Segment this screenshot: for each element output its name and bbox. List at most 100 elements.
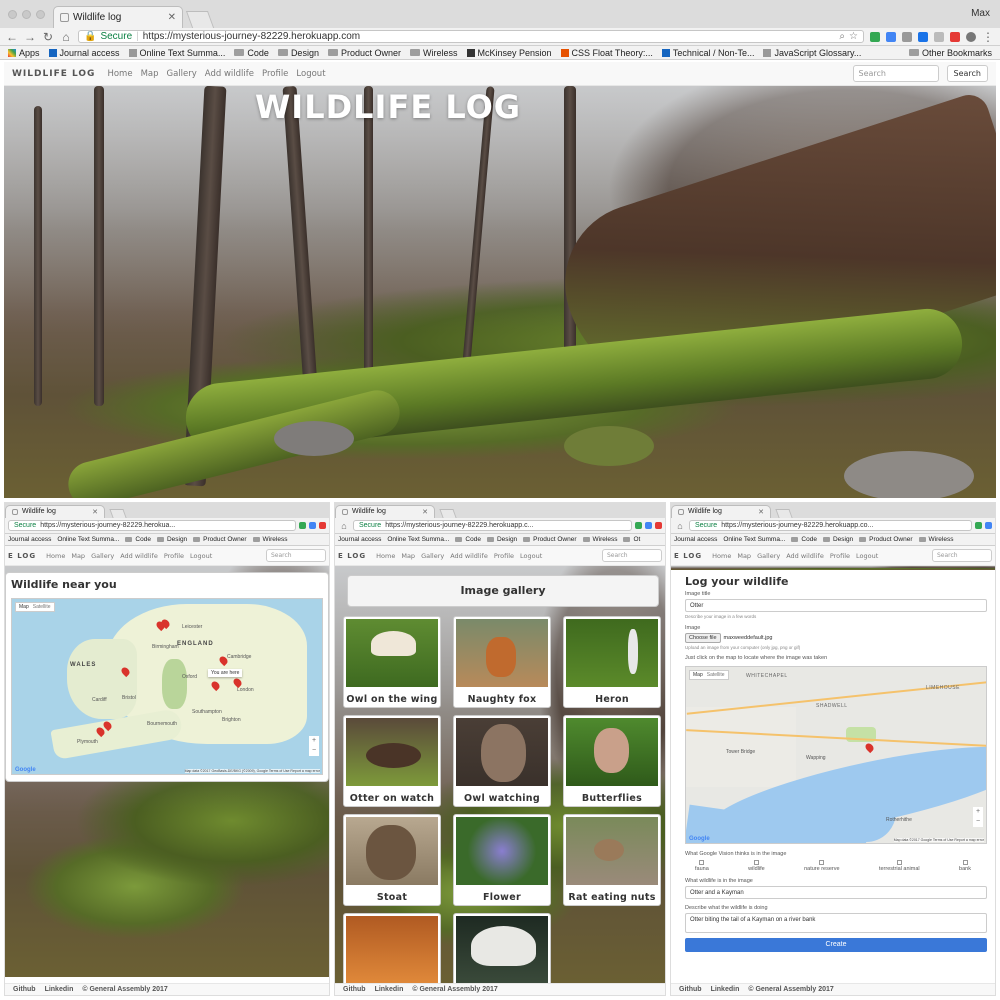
nav-home[interactable]: Home — [376, 552, 395, 560]
url-field[interactable]: Secure https://mysterious-journey-82229.… — [353, 519, 632, 532]
satellite-button[interactable]: Satellite — [707, 672, 725, 678]
gallery-image[interactable] — [346, 916, 438, 984]
gallery-image[interactable] — [346, 619, 438, 687]
zoom-icon[interactable]: ⌕ — [839, 31, 845, 42]
menu-icon[interactable]: ⋮ — [982, 30, 994, 44]
new-tab-button[interactable] — [439, 509, 457, 518]
nav-logout[interactable]: Logout — [296, 69, 325, 79]
nav-add-wildlife[interactable]: Add wildlife — [205, 69, 254, 79]
nav-gallery[interactable]: Gallery — [91, 552, 114, 560]
tag-checkbox[interactable]: wildlife — [748, 860, 765, 872]
url-field[interactable]: 🔒 Secure | https://mysterious-journey-82… — [78, 30, 864, 43]
nav-add-wildlife[interactable]: Add wildlife — [450, 552, 488, 560]
extension-icon[interactable] — [934, 31, 944, 42]
extension-icon[interactable] — [902, 31, 912, 42]
footer-linkedin[interactable]: Linkedin — [711, 986, 740, 993]
footer-github[interactable]: Github — [343, 986, 366, 993]
create-button[interactable]: Create — [685, 938, 987, 952]
gallery-image[interactable] — [456, 916, 548, 984]
gallery-image[interactable] — [346, 817, 438, 885]
bookmark-folder[interactable]: Code — [791, 536, 817, 543]
extension-icon[interactable] — [886, 31, 896, 42]
map-button[interactable]: Map — [693, 672, 703, 678]
window-controls[interactable] — [0, 9, 53, 19]
star-icon[interactable]: ☆ — [849, 31, 858, 42]
bookmark-folder[interactable]: Design — [822, 536, 853, 543]
nav-gallery[interactable]: Gallery — [421, 552, 444, 560]
nav-map[interactable]: Map — [401, 552, 415, 560]
bookmark-item[interactable]: JavaScript Glossary... — [763, 48, 861, 58]
nav-gallery[interactable]: Gallery — [757, 552, 780, 560]
browser-tab[interactable]: Wildlife log ✕ — [53, 5, 183, 28]
nav-brand[interactable]: WILDLIFE LOG — [12, 69, 95, 79]
bookmark-folder[interactable]: Wireless — [582, 536, 617, 543]
gallery-card[interactable]: Stoat — [343, 814, 441, 906]
gallery-card[interactable]: Owl watching you — [453, 715, 551, 807]
map-marker-icon[interactable] — [863, 741, 876, 754]
extension-icon[interactable] — [635, 522, 642, 529]
uk-map[interactable]: WALES ENGLAND Cardiff London Bristol Sou… — [11, 598, 323, 775]
bookmark-item[interactable]: CSS Float Theory:... — [560, 48, 653, 58]
browser-tab[interactable]: Wildlife log ✕ — [335, 504, 435, 518]
gallery-image[interactable] — [456, 817, 548, 885]
footer-linkedin[interactable]: Linkedin — [375, 986, 404, 993]
extension-icon[interactable] — [645, 522, 652, 529]
nav-logout[interactable]: Logout — [190, 552, 212, 560]
tag-checkbox[interactable]: nature reserve — [804, 860, 840, 872]
bookmark-item[interactable]: Journal access — [338, 536, 381, 543]
bookmark-item[interactable]: Online Text Summa... — [57, 536, 119, 543]
bookmark-folder[interactable]: Product Owner — [193, 536, 247, 543]
extension-icon[interactable] — [299, 522, 306, 529]
bookmark-folder[interactable]: Product Owner — [327, 48, 401, 58]
bookmark-folder[interactable]: Wireless — [409, 48, 458, 58]
browser-tab[interactable]: Wildlife log ✕ — [671, 504, 771, 518]
forward-icon[interactable]: → — [24, 30, 36, 44]
search-input[interactable]: Search — [266, 549, 326, 562]
bookmark-item[interactable]: McKinsey Pension — [466, 48, 552, 58]
browser-tab[interactable]: Wildlife log ✕ — [5, 504, 105, 518]
close-tab-icon[interactable]: ✕ — [422, 508, 428, 516]
bookmark-item[interactable]: Online Text Summa... — [387, 536, 449, 543]
bookmark-item[interactable]: Journal access — [48, 48, 120, 58]
tag-checkbox[interactable]: fauna — [695, 860, 709, 872]
gallery-card[interactable]: Flower — [453, 814, 551, 906]
bookmark-folder[interactable]: Product Owner — [523, 536, 577, 543]
location-map[interactable]: WHITECHAPEL SHADWELL LIMEHOUSE Tower Bri… — [685, 666, 987, 844]
gallery-card[interactable]: Naughty fox — [453, 616, 551, 708]
nav-gallery[interactable]: Gallery — [167, 69, 197, 79]
profile-name[interactable]: Max — [971, 8, 990, 19]
extension-icon[interactable] — [985, 522, 992, 529]
title-input[interactable]: Otter — [685, 599, 987, 612]
zoom-controls[interactable]: + − — [973, 807, 983, 827]
nav-add-wildlife[interactable]: Add wildlife — [786, 552, 824, 560]
home-icon[interactable]: ⌂ — [60, 30, 72, 44]
bookmark-item[interactable]: Technical / Non-Te... — [661, 48, 754, 58]
search-input[interactable]: Search — [852, 65, 939, 82]
new-tab-button[interactable] — [109, 509, 127, 518]
nav-home[interactable]: Home — [712, 552, 731, 560]
zoom-controls[interactable]: + − — [309, 736, 319, 756]
nav-brand[interactable]: E LOG — [338, 552, 366, 560]
back-icon[interactable]: ← — [6, 30, 18, 44]
gallery-card[interactable]: Butterflies — [563, 715, 661, 807]
extension-icon[interactable] — [309, 522, 316, 529]
satellite-button[interactable]: Satellite — [33, 604, 51, 610]
bookmark-folder[interactable]: Design — [486, 536, 517, 543]
bookmark-folder[interactable]: Code — [455, 536, 481, 543]
bookmark-item[interactable]: Journal access — [8, 536, 51, 543]
bookmark-folder[interactable]: Wireless — [918, 536, 953, 543]
nav-profile[interactable]: Profile — [262, 69, 288, 79]
bookmark-item[interactable]: Journal access — [674, 536, 717, 543]
gallery-image[interactable] — [566, 718, 658, 786]
nav-profile[interactable]: Profile — [830, 552, 850, 560]
nav-map[interactable]: Map — [71, 552, 85, 560]
search-button[interactable]: Search — [946, 65, 988, 82]
bookmark-folder[interactable]: Code — [125, 536, 151, 543]
tag-checkbox[interactable]: bank — [959, 860, 971, 872]
map-type-control[interactable]: Map Satellite — [689, 670, 729, 680]
doing-textarea[interactable]: Otter biting the tail of a Kayman on a r… — [685, 913, 987, 933]
gallery-card[interactable]: Owl on the wing — [343, 616, 441, 708]
gallery-card[interactable]: Rat eating nuts — [563, 814, 661, 906]
close-tab-icon[interactable]: ✕ — [92, 508, 98, 516]
nav-map[interactable]: Map — [141, 69, 159, 79]
